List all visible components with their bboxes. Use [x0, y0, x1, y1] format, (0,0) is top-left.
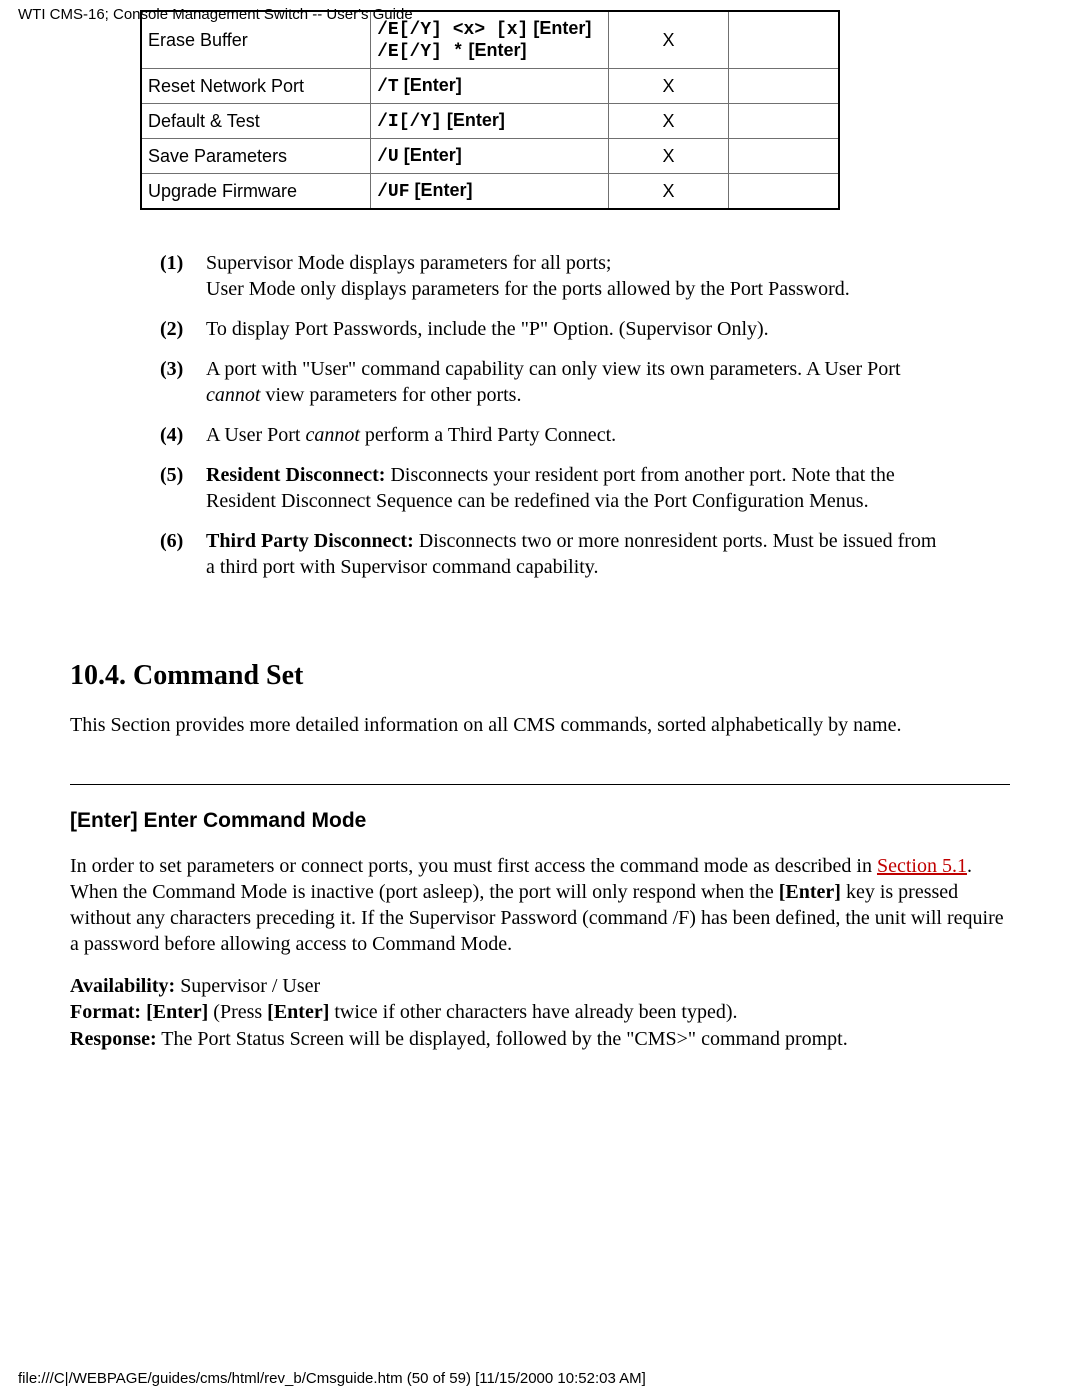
- cmd-sans: [Enter]: [410, 180, 473, 200]
- footnote-number: (6): [160, 528, 206, 580]
- cmd-empty-cell: [729, 139, 839, 174]
- cmd-name-cell: Save Parameters: [141, 139, 371, 174]
- command-detail-paragraph: In order to set parameters or connect po…: [70, 853, 1010, 957]
- footnote-text: Third Party Disconnect: Disconnects two …: [206, 528, 950, 580]
- cmd-mono: /I[/Y]: [377, 112, 442, 132]
- table-row: Default & Test /I[/Y] [Enter] X: [141, 104, 839, 139]
- footnote-text: Resident Disconnect: Disconnects your re…: [206, 462, 950, 514]
- cmd-sans: [Enter]: [442, 110, 505, 130]
- cmd-x-cell: X: [609, 139, 729, 174]
- cmd-mono: /E[/Y] <x> [x]: [377, 20, 528, 40]
- cmd-x-cell: X: [609, 11, 729, 69]
- table-row: Save Parameters /U [Enter] X: [141, 139, 839, 174]
- table-row: Upgrade Firmware /UF [Enter] X: [141, 174, 839, 210]
- cmd-syntax-cell: /U [Enter]: [371, 139, 609, 174]
- footnote-item: (2) To display Port Passwords, include t…: [160, 316, 950, 342]
- footnotes-block: (1) Supervisor Mode displays parameters …: [160, 250, 950, 580]
- footnote-item: (6) Third Party Disconnect: Disconnects …: [160, 528, 950, 580]
- footnote-text-em: cannot: [305, 424, 359, 446]
- footnote-text-em: cannot: [206, 384, 260, 406]
- page-header: WTI CMS-16; Console Management Switch --…: [18, 6, 413, 23]
- footnote-text-post: view parameters for other ports.: [260, 384, 521, 406]
- footnote-text: Supervisor Mode displays parameters for …: [206, 250, 950, 302]
- footnote-lead: Third Party Disconnect:: [206, 530, 414, 552]
- cmd-empty-cell: [729, 174, 839, 210]
- text-fragment: (Press: [208, 1001, 267, 1023]
- cmd-sans: [Enter]: [399, 75, 462, 95]
- availability-value: Supervisor / User: [175, 975, 320, 997]
- response-value: The Port Status Screen will be displayed…: [157, 1028, 848, 1050]
- cmd-name-cell: Reset Network Port: [141, 69, 371, 104]
- footnote-item: (3) A port with "User" command capabilit…: [160, 356, 950, 408]
- cmd-x-cell: X: [609, 174, 729, 210]
- footnote-text-pre: A port with "User" command capability ca…: [206, 358, 901, 380]
- footnote-item: (1) Supervisor Mode displays parameters …: [160, 250, 950, 302]
- cmd-mono: /UF: [377, 182, 409, 202]
- cmd-name-cell: Upgrade Firmware: [141, 174, 371, 210]
- section-intro: This Section provides more detailed info…: [70, 712, 1010, 738]
- footnote-number: (1): [160, 250, 206, 302]
- footnote-number: (5): [160, 462, 206, 514]
- response-line: Response: The Port Status Screen will be…: [70, 1026, 1010, 1052]
- availability-label: Availability:: [70, 975, 175, 997]
- footnote-text-pre: A User Port: [206, 424, 305, 446]
- availability-line: Availability: Supervisor / User: [70, 973, 1010, 999]
- cmd-sans: [Enter]: [528, 18, 591, 38]
- command-detail-meta: Availability: Supervisor / User Format: …: [70, 973, 1010, 1052]
- cmd-empty-cell: [729, 69, 839, 104]
- cmd-sans: [Enter]: [399, 145, 462, 165]
- text-fragment: twice if other characters have already b…: [329, 1001, 737, 1023]
- cmd-syntax-cell: /I[/Y] [Enter]: [371, 104, 609, 139]
- enter-key-label: [Enter]: [779, 881, 841, 903]
- format-enter-key: [Enter]: [141, 1001, 208, 1023]
- footnote-text: A User Port cannot perform a Third Party…: [206, 422, 950, 448]
- cmd-mono: /T: [377, 77, 399, 97]
- cmd-name-cell: Default & Test: [141, 104, 371, 139]
- footnote-number: (2): [160, 316, 206, 342]
- format-line: Format: [Enter] (Press [Enter] twice if …: [70, 999, 1010, 1025]
- footnote-text-post: perform a Third Party Connect.: [360, 424, 616, 446]
- cmd-mono: /E[/Y] *: [377, 42, 463, 62]
- command-table: Erase Buffer /E[/Y] <x> [x] [Enter] /E[/…: [140, 10, 840, 210]
- footnote-lead: Resident Disconnect:: [206, 464, 385, 486]
- page-footer: file:///C|/WEBPAGE/guides/cms/html/rev_b…: [18, 1370, 646, 1387]
- command-detail-heading: [Enter] Enter Command Mode: [70, 809, 1010, 833]
- footnote-number: (4): [160, 422, 206, 448]
- divider: [70, 784, 1010, 785]
- cmd-mono: /U: [377, 147, 399, 167]
- format-label: Format:: [70, 1001, 141, 1023]
- cmd-syntax-cell: /T [Enter]: [371, 69, 609, 104]
- cmd-empty-cell: [729, 104, 839, 139]
- section-link[interactable]: Section 5.1: [877, 855, 967, 877]
- cmd-sans: [Enter]: [464, 40, 527, 60]
- response-label: Response:: [70, 1028, 157, 1050]
- footnote-item: (5) Resident Disconnect: Disconnects you…: [160, 462, 950, 514]
- format-enter-key: [Enter]: [267, 1001, 329, 1023]
- cmd-x-cell: X: [609, 104, 729, 139]
- cmd-x-cell: X: [609, 69, 729, 104]
- section-heading: 10.4. Command Set: [70, 660, 1010, 692]
- text-fragment: In order to set parameters or connect po…: [70, 855, 877, 877]
- footnote-item: (4) A User Port cannot perform a Third P…: [160, 422, 950, 448]
- cmd-syntax-cell: /UF [Enter]: [371, 174, 609, 210]
- footnote-text: To display Port Passwords, include the "…: [206, 316, 950, 342]
- table-row: Reset Network Port /T [Enter] X: [141, 69, 839, 104]
- cmd-empty-cell: [729, 11, 839, 69]
- footnote-text: A port with "User" command capability ca…: [206, 356, 950, 408]
- footnote-number: (3): [160, 356, 206, 408]
